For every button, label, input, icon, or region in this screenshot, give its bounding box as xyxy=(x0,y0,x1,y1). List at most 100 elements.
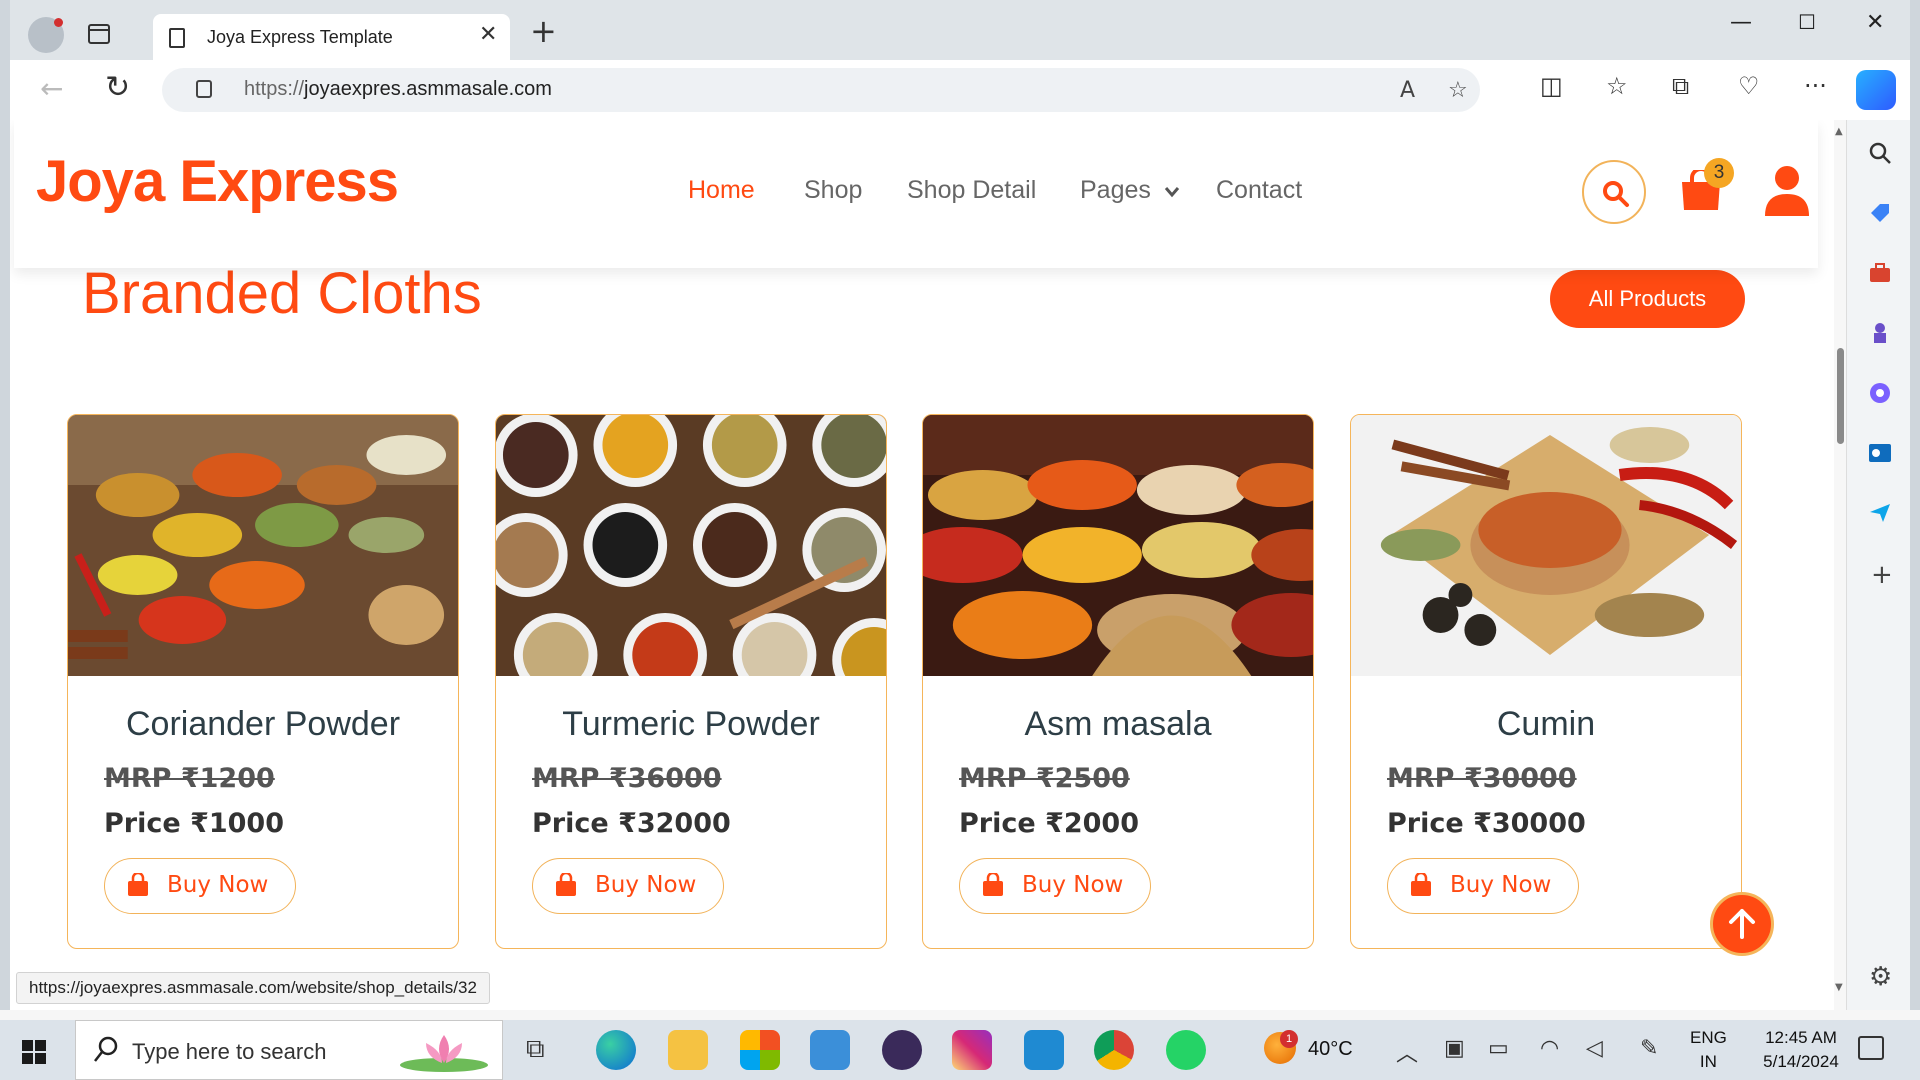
product-price: Price ₹32000 xyxy=(532,808,731,839)
reload-icon[interactable]: ↻ xyxy=(105,70,130,105)
product-name[interactable]: Asm masala xyxy=(923,705,1313,744)
nav-pages[interactable]: Pages xyxy=(1080,176,1180,205)
collections-icon[interactable]: ⧉ xyxy=(1672,72,1689,100)
product-mrp: MRP ₹36000 xyxy=(532,763,722,794)
taskbar-search-box[interactable]: Type here to search xyxy=(75,1020,503,1080)
sidebar-search-icon[interactable] xyxy=(1867,140,1893,166)
temperature[interactable]: 40°C xyxy=(1308,1038,1353,1061)
all-products-button[interactable]: All Products xyxy=(1550,270,1745,328)
pen-icon[interactable]: ✎ xyxy=(1640,1036,1658,1061)
edge-taskbar-icon[interactable] xyxy=(596,1030,636,1070)
search-button[interactable] xyxy=(1582,160,1646,224)
microsoft365-icon[interactable] xyxy=(1867,380,1893,406)
games-icon[interactable] xyxy=(1867,320,1893,346)
product-card[interactable]: Cumin MRP ₹30000 Price ₹30000 Buy Now xyxy=(1350,414,1742,949)
buy-now-button[interactable]: Buy Now xyxy=(532,858,724,914)
product-image-coriander[interactable] xyxy=(68,415,458,676)
show-hidden-icons-icon[interactable]: ︿ xyxy=(1396,1036,1418,1068)
buy-now-button[interactable]: Buy Now xyxy=(1387,858,1579,914)
close-window-icon[interactable]: ✕ xyxy=(1866,10,1884,35)
back-to-top-button[interactable] xyxy=(1710,892,1774,956)
scroll-up-icon[interactable]: ▲ xyxy=(1835,126,1843,137)
whatsapp-icon[interactable] xyxy=(1166,1030,1206,1070)
system-clock[interactable]: 12:45 AM 5/14/2024 xyxy=(1746,1026,1856,1074)
address-bar[interactable]: https://joyaexpres.asmmasale.com A ☆ xyxy=(162,68,1480,112)
favorites-icon[interactable]: ☆ xyxy=(1606,72,1628,100)
minimize-icon[interactable]: — xyxy=(1730,10,1752,35)
nav-home[interactable]: Home xyxy=(688,176,755,205)
add-sidebar-icon[interactable]: + xyxy=(1871,560,1893,590)
notification-dot xyxy=(54,18,63,27)
buy-now-label: Buy Now xyxy=(167,872,269,898)
settings-gear-icon[interactable]: ⚙ xyxy=(1869,962,1892,992)
windows-start-icon[interactable] xyxy=(22,1040,46,1064)
media-player-icon[interactable] xyxy=(882,1030,922,1070)
product-image-cumin[interactable] xyxy=(1351,415,1741,676)
product-name[interactable]: Turmeric Powder xyxy=(496,705,886,744)
url-text[interactable]: https://joyaexpres.asmmasale.com xyxy=(244,78,552,101)
background-window-strip xyxy=(0,1010,1920,1020)
chrome-icon[interactable] xyxy=(1094,1030,1134,1070)
site-header: Joya Express Home Shop Shop Detail Pages… xyxy=(14,120,1818,268)
file-explorer-icon[interactable] xyxy=(668,1030,708,1070)
product-card[interactable]: Turmeric Powder MRP ₹36000 Price ₹32000 … xyxy=(495,414,887,949)
volume-icon[interactable]: ◁ xyxy=(1586,1036,1603,1061)
browser-toolbar: ← ↻ https://joyaexpres.asmmasale.com A ☆… xyxy=(10,60,1910,120)
task-view-icon[interactable]: ⧉ xyxy=(526,1034,545,1065)
browser-tab-bar: Joya Express Template ✕ + — ☐ ✕ xyxy=(10,0,1910,60)
buy-now-label: Buy Now xyxy=(1022,872,1124,898)
meet-now-icon[interactable]: ▣ xyxy=(1444,1036,1465,1061)
nav-shop-detail[interactable]: Shop Detail xyxy=(907,176,1036,205)
close-tab-icon[interactable]: ✕ xyxy=(479,22,497,47)
profile-avatar[interactable] xyxy=(28,17,64,53)
shopping-bag-icon xyxy=(128,873,148,896)
read-aloud-icon[interactable]: A xyxy=(1400,78,1415,103)
split-screen-icon[interactable]: ◫ xyxy=(1540,72,1563,100)
tools-icon[interactable] xyxy=(1867,260,1893,286)
product-card[interactable]: Coriander Powder MRP ₹1200 Price ₹1000 B… xyxy=(67,414,459,949)
language-indicator[interactable]: ENG IN xyxy=(1690,1026,1727,1074)
page-scrollbar[interactable]: ▲ ▼ xyxy=(1834,120,1846,1010)
shopping-bag-icon xyxy=(1411,873,1431,896)
outlook-icon[interactable] xyxy=(1867,440,1893,466)
instagram-icon[interactable] xyxy=(952,1030,992,1070)
mail-icon[interactable] xyxy=(810,1030,850,1070)
product-name[interactable]: Cumin xyxy=(1351,705,1741,744)
wifi-icon[interactable]: ◠ xyxy=(1540,1036,1559,1061)
drop-icon[interactable] xyxy=(1867,500,1893,526)
scroll-down-icon[interactable]: ▼ xyxy=(1835,982,1843,993)
scrollbar-thumb[interactable] xyxy=(1837,348,1844,444)
more-menu-icon[interactable]: ··· xyxy=(1804,72,1827,100)
buy-now-button[interactable]: Buy Now xyxy=(959,858,1151,914)
lotus-decoration-icon xyxy=(400,1035,488,1072)
nav-shop[interactable]: Shop xyxy=(804,176,862,205)
region-code: IN xyxy=(1699,1052,1717,1071)
product-image-turmeric[interactable] xyxy=(496,415,886,676)
product-name[interactable]: Coriander Powder xyxy=(68,705,458,744)
favorite-star-icon[interactable]: ☆ xyxy=(1448,78,1468,103)
product-card[interactable]: Asm masala MRP ₹2500 Price ₹2000 Buy Now xyxy=(922,414,1314,949)
search-icon xyxy=(1603,181,1629,207)
maximize-icon[interactable]: ☐ xyxy=(1798,10,1816,34)
lock-icon[interactable] xyxy=(196,80,212,98)
url-host: joyaexpres.asmmasale.com xyxy=(304,78,552,100)
arrow-up-icon xyxy=(1729,909,1755,939)
back-icon[interactable]: ← xyxy=(40,72,63,105)
buy-now-button[interactable]: Buy Now xyxy=(104,858,296,914)
new-tab-icon[interactable]: + xyxy=(530,15,557,47)
notification-center-icon[interactable] xyxy=(1858,1036,1884,1060)
product-image-asm-masala[interactable] xyxy=(923,415,1313,676)
store-icon[interactable] xyxy=(740,1030,780,1070)
site-logo[interactable]: Joya Express xyxy=(36,148,399,215)
nav-contact[interactable]: Contact xyxy=(1216,176,1302,205)
tab-actions-icon[interactable] xyxy=(88,24,110,44)
browser-essentials-icon[interactable]: ♡ xyxy=(1738,72,1760,100)
user-icon[interactable] xyxy=(1762,164,1812,218)
battery-icon[interactable]: ▭ xyxy=(1488,1036,1509,1061)
vscode-icon[interactable] xyxy=(1024,1030,1064,1070)
page-icon xyxy=(169,28,185,48)
browser-tab[interactable]: Joya Express Template ✕ xyxy=(153,14,510,60)
copilot-icon[interactable] xyxy=(1856,70,1896,110)
windows-taskbar: Type here to search ⧉ 1 40°C ︿ ▣ ▭ ◠ ◁ ✎… xyxy=(0,1020,1920,1080)
shopping-tag-icon[interactable] xyxy=(1867,200,1893,226)
